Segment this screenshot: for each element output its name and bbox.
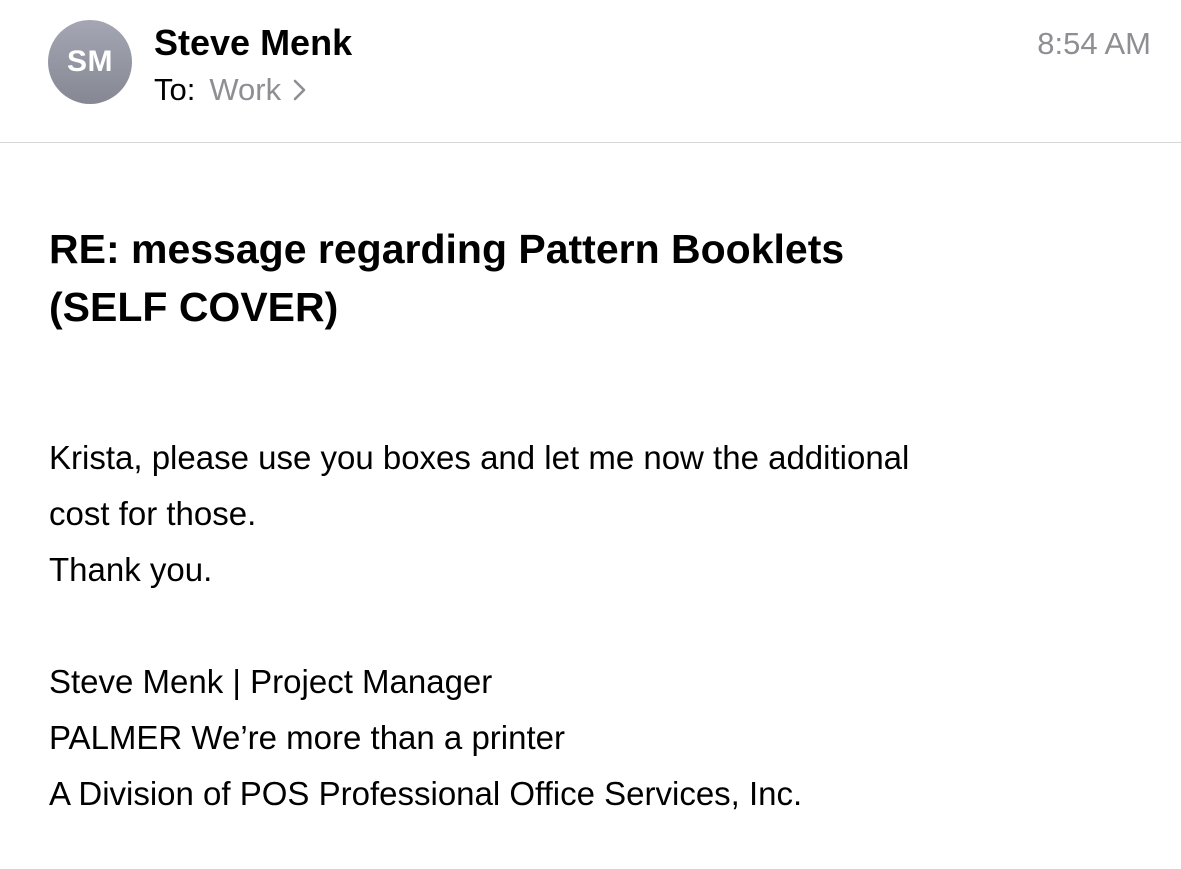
- subject-line: RE: message regarding Pattern Booklets: [49, 226, 845, 272]
- message-body: Krista, please use you boxes and let me …: [49, 430, 1149, 822]
- signature-line: A Division of POS Professional Office Se…: [49, 775, 803, 812]
- avatar-initials: SM: [67, 45, 113, 78]
- chevron-right-icon[interactable]: [293, 79, 307, 101]
- recipients-row[interactable]: To: Work: [154, 70, 307, 110]
- recipient-name[interactable]: Work: [209, 72, 281, 108]
- signature-line: Steve Menk | Project Manager: [49, 663, 493, 700]
- signature-line: PALMER We’re more than a printer: [49, 719, 565, 756]
- avatar[interactable]: SM: [48, 20, 132, 104]
- body-line: Krista, please use you boxes and let me …: [49, 439, 910, 476]
- message-subject: RE: message regarding Pattern Booklets (…: [49, 220, 1149, 336]
- sender-name[interactable]: Steve Menk: [154, 22, 352, 64]
- message-header: SM Steve Menk To: Work 8:54 AM: [0, 0, 1181, 143]
- to-label: To:: [154, 72, 196, 107]
- body-line: cost for those.: [49, 495, 257, 532]
- message-timestamp: 8:54 AM: [1037, 26, 1151, 61]
- body-line: Thank you.: [49, 551, 213, 588]
- subject-line: (SELF COVER): [49, 284, 339, 330]
